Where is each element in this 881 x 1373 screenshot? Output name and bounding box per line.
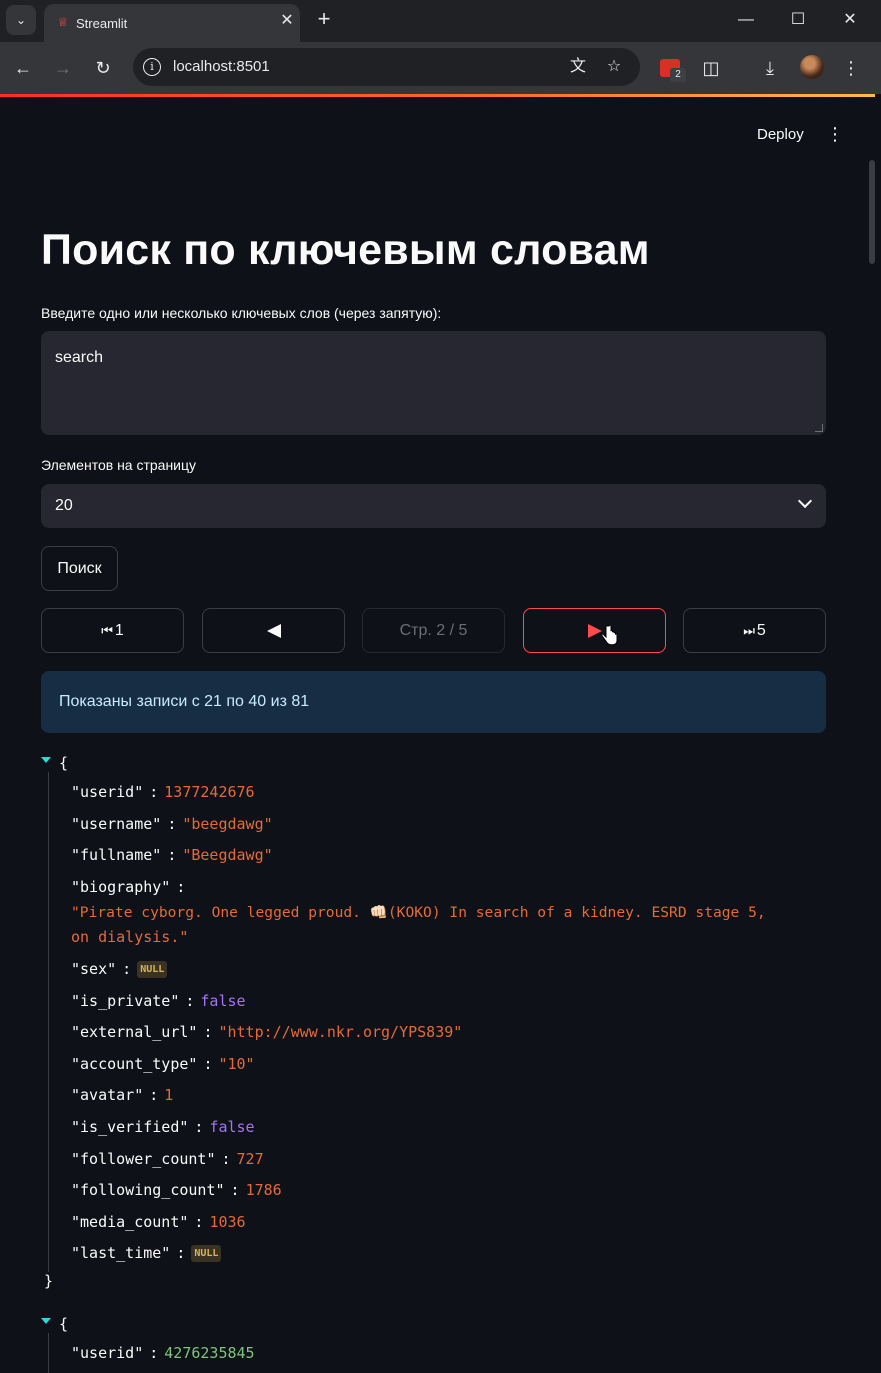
last-page-label: 5 [756, 621, 766, 639]
bookmark-star-icon[interactable]: ☆ [603, 56, 625, 78]
download-icon[interactable]: ⤓ [757, 55, 783, 81]
extension-badge: 2 [670, 68, 686, 82]
json-indent-guide [48, 772, 49, 1272]
browser-tab[interactable]: ♕ Streamlit ✕ [44, 4, 300, 42]
browser-menu-icon[interactable]: ⋮ [838, 55, 864, 81]
json-row-sex: "sex": NULL [71, 960, 168, 978]
forward-icon[interactable]: → [50, 55, 76, 81]
json-row-account-type: "account_type": "10" [71, 1055, 255, 1073]
json-biography-line2: on dialysis." [71, 928, 189, 946]
search-button[interactable]: Поиск [41, 546, 118, 591]
null-badge: NULL [137, 961, 168, 978]
json-open-brace: { [59, 754, 69, 772]
site-info-icon[interactable]: i [143, 58, 161, 76]
json-row-external-url: "external_url": "http://www.nkr.org/YPS83… [71, 1023, 463, 1041]
next-page-button[interactable] [523, 608, 666, 653]
extensions-icon[interactable]: ◫ [698, 55, 724, 81]
page-indicator: Стр. 2 / 5 [362, 608, 505, 653]
browser-toolbar: ← → ↻ i localhost:8501 文 ☆ ◫ ⤓ ⋮ [0, 42, 881, 94]
url-text[interactable]: localhost:8501 [173, 58, 270, 75]
page-size-select[interactable]: 20 [41, 484, 826, 528]
prev-page-button[interactable] [202, 608, 345, 653]
json-row-is-private: "is_private": false [71, 992, 246, 1010]
play-left-icon [266, 623, 281, 638]
json-open-brace: { [59, 1315, 69, 1333]
page-size-value: 20 [55, 497, 73, 514]
resize-handle-icon[interactable] [815, 424, 823, 432]
keywords-label: Введите одно или несколько ключевых слов… [41, 305, 442, 321]
json-row-follower-count: "follower_count":727 [71, 1150, 264, 1168]
info-alert: Показаны записи с 21 по 40 из 81 [41, 671, 826, 733]
json-indent-guide [48, 1333, 49, 1373]
null-badge: NULL [191, 1245, 222, 1262]
profile-avatar[interactable] [800, 55, 824, 79]
page-scrollbar[interactable] [869, 160, 875, 264]
first-page-label: 1 [114, 621, 124, 639]
reload-icon[interactable]: ↻ [90, 55, 116, 81]
streamlit-top-decoration [0, 94, 875, 97]
skip-back-icon: ⏮ [101, 622, 113, 638]
tab-search-icon[interactable]: ⌄ [6, 5, 36, 35]
json-row-userid: "userid":4276235845 [71, 1344, 255, 1362]
collapse-caret-icon[interactable] [41, 757, 51, 763]
json-row-fullname: "fullname": "Beegdawg" [71, 846, 273, 864]
skip-forward-icon: ⏭ [743, 622, 755, 638]
close-window-icon[interactable]: ✕ [838, 8, 862, 32]
json-row-media-count: "media_count":1036 [71, 1213, 246, 1231]
address-bar[interactable]: i localhost:8501 文 ☆ [133, 48, 640, 86]
hand-cursor-icon [601, 624, 618, 646]
json-row-username: "username": "beegdawg" [71, 815, 273, 833]
tab-title: Streamlit [76, 16, 128, 31]
first-page-button[interactable]: ⏮ 1 [41, 608, 184, 653]
page-size-label: Элементов на страницу [41, 457, 197, 473]
json-biography-line1: "Pirate cyborg. One legged proud. 👊🏻(KOK… [71, 904, 766, 921]
json-row-last-time: "last_time": NULL [71, 1244, 222, 1262]
page-title: Поиск по ключевым словам [41, 226, 650, 274]
json-row-biography: "biography": [71, 878, 186, 896]
main-menu-icon[interactable]: ⋮ [826, 122, 844, 148]
minimize-icon[interactable]: — [734, 8, 758, 32]
tab-close-icon[interactable]: ✕ [276, 10, 298, 32]
maximize-icon[interactable]: ☐ [786, 8, 810, 32]
browser-tab-bar: ⌄ ♕ Streamlit ✕ + — ☐ ✕ [0, 0, 881, 42]
chevron-down-icon [797, 493, 813, 509]
collapse-caret-icon[interactable] [41, 1318, 51, 1324]
json-row-is-verified: "is_verified": false [71, 1118, 255, 1136]
streamlit-favicon-icon: ♕ [57, 15, 69, 29]
back-icon[interactable]: ← [10, 55, 36, 81]
json-row-userid: "userid":1377242676 [71, 783, 255, 801]
new-tab-icon[interactable]: + [312, 7, 336, 31]
json-row-following-count: "following_count":1786 [71, 1181, 282, 1199]
info-message: Показаны записи с 21 по 40 из 81 [59, 693, 310, 710]
keywords-textarea[interactable]: search [41, 331, 826, 435]
translate-icon[interactable]: 文 [567, 56, 589, 78]
last-page-button[interactable]: ⏭ 5 [683, 608, 826, 653]
keywords-value: search [55, 349, 104, 366]
json-row-avatar: "avatar":1 [71, 1086, 174, 1104]
json-close-brace: } [44, 1272, 54, 1290]
deploy-button[interactable]: Deploy [745, 122, 816, 147]
